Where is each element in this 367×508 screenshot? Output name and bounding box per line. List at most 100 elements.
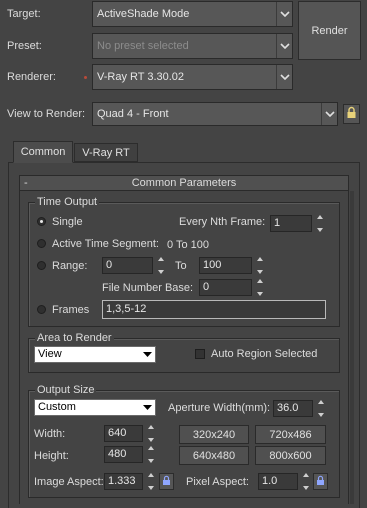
preset-720x486-button[interactable]: 720x486	[255, 425, 326, 444]
view-to-render-value: Quad 4 - Front	[97, 108, 169, 120]
range-label: Range:	[52, 260, 88, 272]
rollout-title: Common Parameters	[131, 177, 237, 189]
spinner-down-icon	[148, 486, 154, 490]
range-to-spinner[interactable]	[256, 257, 264, 274]
pixel-aspect-spinner[interactable]	[302, 473, 310, 490]
tab-vray-rt-label: V-Ray RT	[82, 146, 130, 159]
file-number-base-field[interactable]: 0	[199, 279, 252, 296]
target-label: Target:	[7, 8, 41, 20]
range-radio[interactable]	[37, 261, 46, 270]
range-from-spinner[interactable]	[157, 257, 165, 274]
lock-icon	[162, 475, 171, 489]
single-radio[interactable]	[37, 217, 46, 226]
render-button[interactable]: Render	[298, 1, 361, 60]
tab-common[interactable]: Common	[13, 141, 73, 163]
auto-region-selected-checkbox[interactable]	[195, 349, 205, 359]
spinner-up-icon	[257, 279, 263, 283]
preset-320x240-button[interactable]: 320x240	[179, 425, 249, 444]
aperture-width-spinner[interactable]	[317, 400, 325, 417]
chevron-down-icon	[321, 103, 337, 125]
view-to-render-dropdown[interactable]: Quad 4 - Front	[92, 102, 338, 126]
preset-value: No preset selected	[97, 40, 189, 52]
spinner-up-icon	[318, 400, 324, 404]
preset-640x480-label: 640x480	[192, 449, 236, 462]
spinner-up-icon	[148, 425, 154, 429]
output-size-preset-value: Custom	[38, 401, 76, 413]
pixel-aspect-label: Pixel Aspect:	[186, 476, 249, 488]
renderer-indicator-dot	[84, 76, 87, 79]
height-label: Height:	[34, 450, 69, 462]
width-field[interactable]: 640	[104, 425, 143, 442]
dropdown-arrow-icon	[143, 405, 152, 410]
scrollbar[interactable]	[350, 191, 354, 504]
spinner-down-icon	[257, 270, 263, 274]
pixel-aspect-field[interactable]: 1.0	[258, 473, 298, 490]
chevron-down-icon	[276, 34, 292, 58]
file-number-base-spinner[interactable]	[256, 279, 264, 296]
area-to-render-dropdown[interactable]: View	[34, 346, 156, 363]
spinner-up-icon	[317, 215, 323, 219]
width-label: Width:	[34, 428, 66, 440]
spinner-up-icon	[148, 473, 154, 477]
tab-vray-rt[interactable]: V-Ray RT	[74, 143, 138, 162]
output-size-preset-dropdown[interactable]: Custom	[34, 399, 156, 416]
frames-radio[interactable]	[37, 305, 46, 314]
preset-320x240-label: 320x240	[192, 428, 236, 441]
every-nth-frame-field[interactable]: 1	[270, 215, 312, 232]
spinner-down-icon	[148, 438, 154, 442]
image-aspect-spinner[interactable]	[147, 473, 155, 490]
spinner-down-icon	[158, 270, 164, 274]
tab-common-label: Common	[20, 146, 66, 158]
spinner-up-icon	[148, 446, 154, 450]
lock-icon	[316, 475, 325, 489]
spinner-up-icon	[257, 257, 263, 261]
image-aspect-field[interactable]: 1.333	[104, 473, 143, 490]
aperture-width-field[interactable]: 36.0	[273, 400, 313, 417]
auto-region-selected-label: Auto Region Selected	[211, 348, 318, 360]
file-number-base-label: File Number Base:	[102, 282, 194, 294]
range-from-field[interactable]: 0	[102, 257, 153, 274]
spinner-down-icon	[303, 486, 309, 490]
pixel-aspect-lock-button[interactable]	[313, 473, 328, 490]
renderer-dropdown[interactable]: V-Ray RT 3.30.02	[92, 64, 293, 90]
height-spinner[interactable]	[147, 446, 155, 463]
lock-icon	[346, 106, 357, 122]
active-time-segment-label: Active Time Segment:	[52, 238, 159, 250]
spinner-down-icon	[148, 459, 154, 463]
range-to-field[interactable]: 100	[199, 257, 252, 274]
preset-720x486-label: 720x486	[269, 428, 312, 441]
spinner-down-icon	[318, 413, 324, 417]
renderer-label: Renderer:	[7, 71, 56, 83]
chevron-down-icon	[276, 65, 292, 89]
active-time-segment-radio[interactable]	[37, 239, 46, 248]
every-nth-frame-spinner[interactable]	[316, 215, 324, 232]
area-to-render-title: Area to Render	[35, 332, 114, 344]
preset-label: Preset:	[7, 40, 42, 52]
spinner-down-icon	[257, 292, 263, 296]
frames-field[interactable]: 1,3,5-12	[102, 300, 326, 319]
spinner-down-icon	[317, 228, 323, 232]
height-field[interactable]: 480	[104, 446, 143, 463]
target-value: ActiveShade Mode	[97, 8, 190, 20]
image-aspect-label: Image Aspect:	[34, 476, 104, 488]
every-nth-frame-label: Every Nth Frame:	[179, 216, 266, 228]
preset-800x600-button[interactable]: 800x600	[255, 446, 326, 465]
renderer-value: V-Ray RT 3.30.02	[97, 71, 185, 83]
area-to-render-value: View	[38, 348, 62, 360]
time-output-title: Time Output	[35, 196, 100, 208]
chevron-down-icon	[276, 2, 292, 26]
aperture-width-label: Aperture Width(mm):	[168, 402, 271, 414]
common-parameters-rollout-header[interactable]: - Common Parameters	[19, 175, 349, 191]
width-spinner[interactable]	[147, 425, 155, 442]
target-dropdown[interactable]: ActiveShade Mode	[92, 1, 293, 27]
lock-view-button[interactable]	[343, 104, 360, 124]
view-to-render-label: View to Render:	[7, 108, 86, 120]
output-size-title: Output Size	[35, 384, 97, 396]
image-aspect-lock-button[interactable]	[159, 473, 174, 490]
preset-800x600-label: 800x600	[269, 449, 312, 462]
active-time-segment-range: 0 To 100	[167, 239, 210, 251]
spinner-up-icon	[158, 257, 164, 261]
preset-640x480-button[interactable]: 640x480	[179, 446, 249, 465]
range-to-label: To	[175, 260, 187, 272]
preset-dropdown[interactable]: No preset selected	[92, 33, 293, 59]
